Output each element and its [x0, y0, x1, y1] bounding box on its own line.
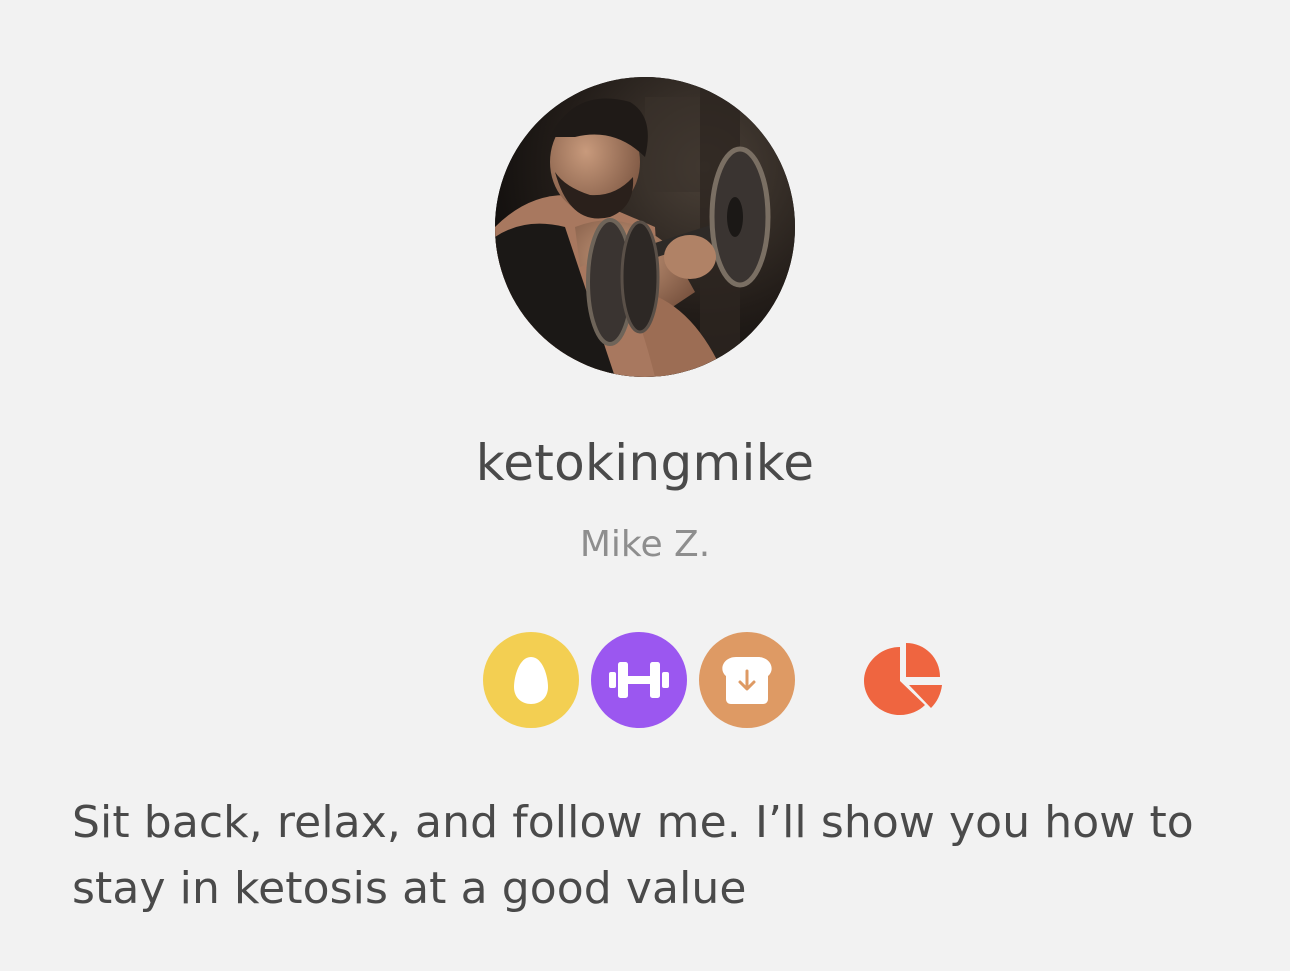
keto-badge[interactable] [483, 632, 579, 728]
egg-icon [514, 657, 548, 704]
budget-badge[interactable] [699, 632, 795, 728]
dumbbell-icon [609, 662, 669, 698]
macros-button[interactable] [862, 643, 944, 717]
profile-username: ketokingmike [475, 434, 815, 492]
bread-down-icon [722, 657, 772, 704]
pie-chart-icon [864, 643, 942, 715]
fitness-badge[interactable] [591, 632, 687, 728]
profile-bio: Sit back, relax, and follow me. I’ll sho… [72, 797, 1194, 914]
avatar-photo [495, 77, 795, 377]
profile-full-name: Mike Z. [579, 524, 711, 565]
profile-avatar[interactable] [495, 77, 795, 377]
